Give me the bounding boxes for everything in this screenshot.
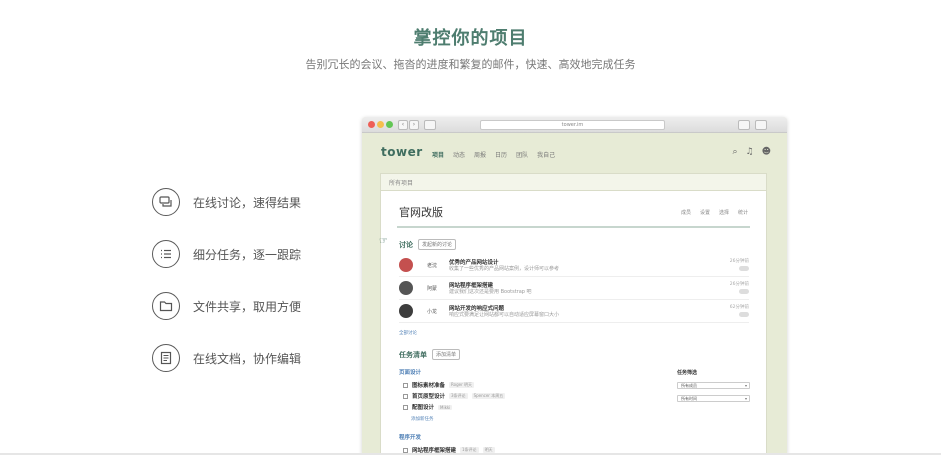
topic-row[interactable]: 阿蒙 网站程序框架搭建 建议我们这次还是要用 Bootstrap 吧 26分钟前	[399, 278, 749, 300]
task-tag: Mikki	[438, 404, 453, 410]
nav-weekly[interactable]: 周报	[474, 150, 486, 159]
feature-label: 文件共享，取用方便	[193, 299, 302, 314]
comment-count-badge	[739, 266, 749, 271]
nav-calendar[interactable]: 日历	[495, 150, 507, 159]
feature-tasks: 细分任务，逐一跟踪	[152, 238, 301, 270]
avatar	[399, 281, 413, 295]
browser-toolbar: ‹ › tower.im	[362, 117, 787, 133]
zoom-dot-icon[interactable]	[386, 121, 393, 128]
task-list-icon	[152, 240, 180, 268]
task-checkbox[interactable]	[403, 447, 408, 453]
topic-snippet: 收集了一些优秀的产品网站案例，设计师可以参考	[449, 266, 560, 272]
topic-author: 阿蒙	[427, 286, 438, 292]
task-filter-title: 任务筛选	[677, 370, 698, 376]
avatar	[399, 304, 413, 318]
bell-icon[interactable]: ♫	[746, 147, 754, 157]
task-tag: Spencer 本周五	[471, 393, 506, 399]
task-tag: Roger 明天	[449, 382, 474, 388]
members-button[interactable]: 成员	[681, 209, 691, 216]
breadcrumb[interactable]: 所有项目	[380, 173, 767, 190]
hero-title: 掌控你的项目	[413, 28, 528, 49]
avatar-icon[interactable]: ☻	[762, 147, 771, 157]
task-tag: 3条评论	[449, 393, 468, 399]
task-item[interactable]: 图标素材准备 Roger 明天	[403, 381, 474, 389]
tower-logo[interactable]: tower	[381, 145, 423, 159]
topic-author: 小龙	[427, 309, 438, 315]
header-icons: ⌕ ♫ ☻	[724, 147, 771, 157]
share-icon[interactable]	[738, 120, 750, 130]
address-bar[interactable]: tower.im	[480, 120, 665, 130]
feature-label: 在线讨论，速得结果	[193, 195, 302, 210]
task-label[interactable]: 配图设计	[412, 403, 434, 411]
discussion-title: 讨论	[399, 240, 413, 249]
task-checkbox[interactable]	[403, 382, 408, 388]
feature-label: 细分任务，逐一跟踪	[193, 247, 302, 262]
new-discussion-button[interactable]: 发起新的讨论	[418, 239, 457, 250]
sidebar-toggle-icon[interactable]	[424, 120, 436, 130]
app-header: tower 项目 动态 周报 日历 团队 我自己 ⌕ ♫ ☻	[362, 133, 787, 169]
select-button[interactable]: 选择	[719, 209, 729, 216]
pointing-hand-icon: ☞	[379, 236, 388, 247]
nav-team[interactable]: 团队	[516, 150, 528, 159]
back-button[interactable]: ‹	[398, 120, 408, 130]
time-filter-select[interactable]: 所有时间	[677, 395, 750, 402]
topic-time: 26分钟前	[729, 259, 749, 264]
tabs-icon[interactable]	[755, 120, 767, 130]
discussion-header: 讨论 发起新的讨论	[399, 239, 457, 250]
feature-discussion: 在线讨论，速得结果	[152, 186, 301, 218]
hero-subtitle: 告别冗长的会议、拖沓的进度和繁复的邮件，快速、高效地完成任务	[305, 58, 636, 71]
project-title: 官网改版	[399, 206, 443, 219]
minimize-dot-icon[interactable]	[377, 121, 384, 128]
stats-button[interactable]: 统计	[738, 209, 748, 216]
task-checkbox[interactable]	[403, 393, 408, 399]
project-tools: 成员 设置 选择 统计	[672, 209, 748, 216]
add-task-link[interactable]: 添加新任务	[411, 416, 434, 422]
forward-button[interactable]: ›	[409, 120, 419, 130]
topic-row[interactable]: 老沈 优秀的产品网站设计 收集了一些优秀的产品网站案例，设计师可以参考 26分钟…	[399, 255, 749, 277]
close-dot-icon[interactable]	[368, 121, 375, 128]
task-label[interactable]: 图标素材准备	[412, 381, 445, 389]
comment-count-badge	[739, 312, 749, 317]
task-group-title[interactable]: 程序开发	[399, 433, 421, 441]
add-list-button[interactable]: 添加清单	[432, 349, 461, 360]
feature-docs: 在线文档，协作编辑	[152, 342, 301, 374]
topic-author: 老沈	[427, 263, 438, 269]
topic-time: 26分钟前	[729, 282, 749, 287]
avatar	[399, 258, 413, 272]
topic-row[interactable]: 小龙 网站开发的响应式问题 响应式要满足让网站都可以自动适应屏幕窗口大小 62分…	[399, 301, 749, 323]
feature-files: 文件共享，取用方便	[152, 290, 301, 322]
browser-mockup: ‹ › tower.im tower 项目 动态 周报 日历 团队 我自己 ⌕ …	[362, 117, 787, 455]
discussion-icon	[152, 188, 180, 216]
topic-snippet: 响应式要满足让网站都可以自动适应屏幕窗口大小	[449, 312, 560, 318]
topic-snippet: 建议我们这次还是要用 Bootstrap 吧	[449, 289, 532, 295]
document-icon	[152, 344, 180, 372]
title-divider	[397, 226, 750, 228]
tasks-title: 任务清单	[399, 350, 427, 359]
task-item[interactable]: 配图设计 Mikki	[403, 403, 453, 411]
feature-label: 在线文档，协作编辑	[193, 351, 302, 366]
task-item[interactable]: 首页原型设计 3条评论 Spencer 本周五	[403, 392, 506, 400]
all-discussions-link[interactable]: 全部讨论	[399, 330, 417, 336]
task-checkbox[interactable]	[403, 404, 408, 410]
search-icon[interactable]: ⌕	[732, 147, 737, 157]
settings-button[interactable]: 设置	[700, 209, 710, 216]
member-filter-select[interactable]: 所有成员	[677, 382, 750, 389]
project-panel: 官网改版 成员 设置 选择 统计 ☞ 讨论 发起新的讨论 老沈 优秀的产品网站设…	[379, 190, 767, 455]
task-label[interactable]: 首页原型设计	[412, 392, 445, 400]
nav-activity[interactable]: 动态	[453, 150, 465, 159]
nav-me[interactable]: 我自己	[537, 150, 555, 159]
main-nav: 项目 动态 周报 日历 团队 我自己	[432, 150, 564, 159]
folder-icon	[152, 292, 180, 320]
topic-time: 62分钟前	[729, 305, 749, 310]
nav-projects[interactable]: 项目	[432, 150, 444, 159]
tasks-header: 任务清单 添加清单	[399, 349, 461, 360]
task-group-title[interactable]: 页面设计	[399, 368, 421, 376]
comment-count-badge	[739, 289, 749, 294]
